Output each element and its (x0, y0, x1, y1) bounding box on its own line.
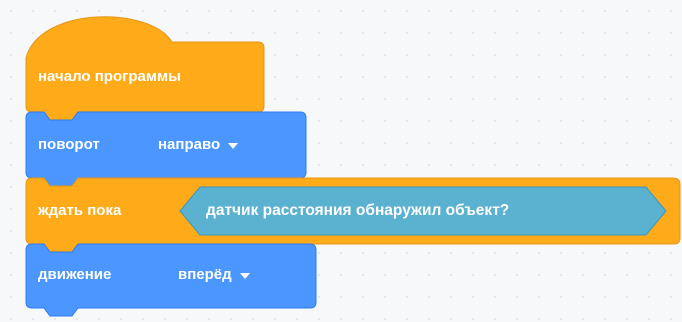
chevron-down-icon (228, 143, 239, 149)
move-block-label: движение (38, 266, 112, 283)
wait-until-block-label: ждать пока (38, 202, 122, 219)
start-block-label: начало программы (38, 68, 181, 85)
turn-direction-value: направо (158, 136, 221, 153)
code-canvas[interactable]: начало программы поворот направо ждать п… (0, 0, 682, 322)
chevron-down-icon (239, 273, 250, 279)
turn-direction-dropdown[interactable]: направо (158, 136, 239, 154)
sensor-condition-label: датчик расстояния обнаружил объект? (206, 202, 510, 219)
move-direction-value: вперёд (178, 266, 232, 283)
turn-block-label: поворот (38, 136, 100, 153)
move-direction-dropdown[interactable]: вперёд (178, 266, 250, 284)
